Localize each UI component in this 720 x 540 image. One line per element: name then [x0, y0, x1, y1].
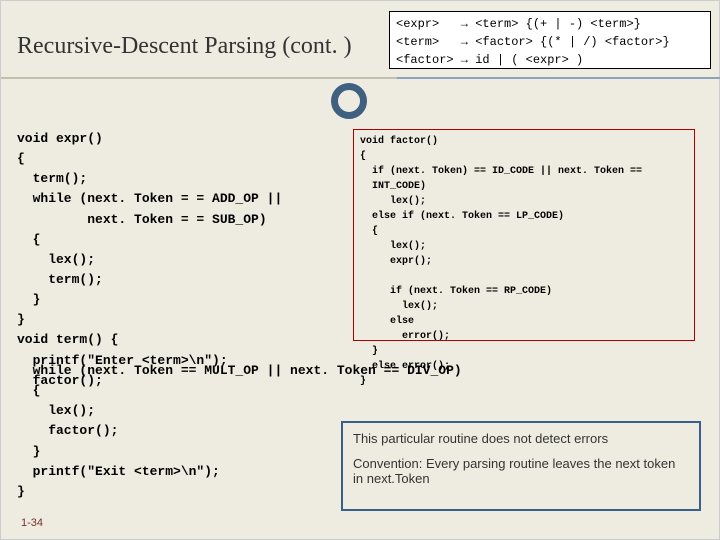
grammar-box: <expr> → <term> {(+ | -) <term>} <term> …: [389, 11, 711, 69]
code-block-factor: void factor() { if (next. Token) == ID_C…: [360, 134, 688, 389]
note-box: This particular routine does not detect …: [341, 421, 701, 511]
page-number: 1-34: [21, 517, 43, 529]
note-line-1: This particular routine does not detect …: [353, 431, 689, 446]
slide-container: Recursive-Descent Parsing (cont. ) <expr…: [0, 0, 720, 540]
title-underline: [1, 77, 720, 79]
note-line-2: Convention: Every parsing routine leaves…: [353, 456, 689, 486]
grammar-text: <expr> → <term> {(+ | -) <term>} <term> …: [396, 15, 704, 69]
code-block-expr-term: void expr() { term(); while (next. Token…: [17, 129, 282, 391]
decorative-ring-icon: [331, 83, 367, 119]
factor-code-box: void factor() { if (next. Token) == ID_C…: [353, 129, 695, 341]
slide-title: Recursive-Descent Parsing (cont. ): [17, 33, 352, 60]
